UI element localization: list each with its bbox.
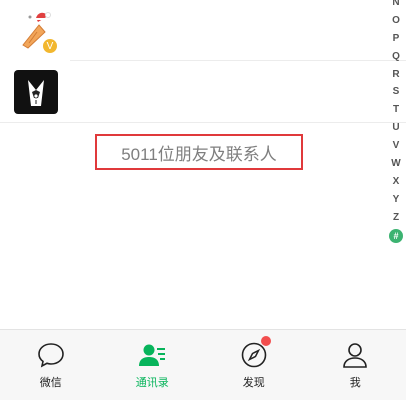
verified-badge: V — [42, 38, 58, 54]
index-letter[interactable]: T — [393, 101, 399, 119]
tab-me[interactable]: 我 — [305, 330, 406, 400]
tab-label: 发现 — [242, 377, 265, 389]
index-letter[interactable]: O — [392, 12, 400, 30]
alphabet-index[interactable]: N O P Q R S T U V W X Y Z # — [388, 0, 404, 243]
index-letter[interactable]: W — [391, 155, 400, 173]
contacts-icon — [139, 344, 166, 366]
contact-avatar-tuxedo — [14, 70, 58, 114]
index-letter[interactable]: Y — [393, 191, 400, 209]
tab-label: 我 — [349, 377, 361, 389]
tuxedo-icon — [28, 80, 44, 106]
index-letter[interactable]: R — [392, 66, 399, 84]
contact-list: V 5011位朋友及联系人 N O P Q R S T U V W X Y Z … — [0, 0, 406, 330]
contact-count-label: 5011位朋友及联系人 — [95, 134, 303, 170]
bottom-tab-bar: 微信 通讯录 发现 我 — [0, 329, 406, 400]
tab-discover[interactable]: 发现 — [203, 330, 305, 400]
index-letter[interactable]: N — [392, 0, 399, 12]
index-letter[interactable]: X — [393, 173, 400, 191]
tab-label: 微信 — [39, 377, 62, 389]
tab-contacts[interactable]: 通讯录 — [102, 330, 204, 400]
index-letter[interactable]: U — [392, 119, 399, 137]
index-letter-hash[interactable]: # — [389, 228, 403, 243]
index-letter[interactable]: P — [393, 30, 400, 48]
contact-row[interactable]: V — [0, 0, 385, 60]
divider — [70, 60, 406, 61]
index-letter[interactable]: V — [393, 137, 400, 155]
divider — [0, 122, 406, 123]
contact-row[interactable] — [0, 62, 385, 122]
index-letter[interactable]: Z — [393, 209, 399, 227]
chat-bubble-icon — [37, 343, 64, 368]
tab-label: 通讯录 — [135, 377, 169, 389]
index-letter[interactable]: Q — [392, 48, 400, 66]
index-letter[interactable]: S — [393, 83, 400, 101]
tab-chats[interactable]: 微信 — [0, 330, 102, 400]
notification-dot — [260, 336, 271, 346]
person-icon — [343, 343, 368, 368]
